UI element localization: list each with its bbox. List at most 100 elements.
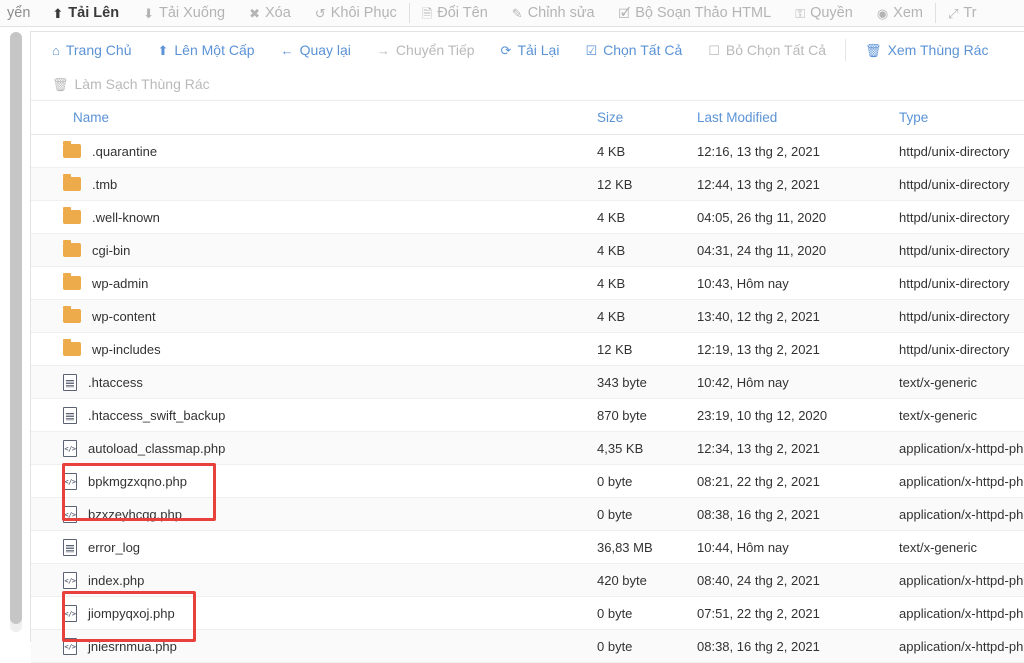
toolbar-item-label: Xóa bbox=[265, 5, 291, 21]
folder-icon bbox=[63, 276, 81, 290]
rename-file-icon: 🗎 bbox=[422, 7, 432, 20]
table-row[interactable]: .htaccess_swift_backup870 byte23:19, 10 … bbox=[31, 399, 1024, 432]
file-name-label: wp-admin bbox=[92, 276, 148, 291]
table-row[interactable]: cgi-bin4 KB04:31, 24 thg 11, 2020httpd/u… bbox=[31, 234, 1024, 267]
table-row[interactable]: .well-known4 KB04:05, 26 thg 11, 2020htt… bbox=[31, 201, 1024, 234]
file-type-cell: text/x-generic bbox=[899, 531, 1024, 564]
file-modified-cell: 08:38, 16 thg 2, 2021 bbox=[697, 630, 899, 663]
file-type-cell: httpd/unix-directory bbox=[899, 168, 1024, 201]
toolbar-item-permissions[interactable]: ⚿ Quyền bbox=[783, 0, 865, 27]
toolbar-item-html-editor[interactable]: 🗹 Bộ Soạn Thảo HTML bbox=[607, 0, 784, 27]
file-name-cell[interactable]: </> jniesrnmua.php bbox=[31, 630, 597, 663]
toolbar-item-expand[interactable]: ⤢ Tr bbox=[936, 0, 989, 27]
toolbar-item-restore[interactable]: ↺ Khôi Phục bbox=[303, 0, 409, 27]
file-name-cell[interactable]: .quarantine bbox=[31, 135, 597, 168]
file-name-wrapper: cgi-bin bbox=[47, 243, 597, 258]
nav-item-reload[interactable]: ⟳ Tải Lại bbox=[488, 42, 573, 58]
trash-icon: 🗑 bbox=[52, 78, 69, 91]
file-modified-cell: 10:42, Hôm nay bbox=[697, 366, 899, 399]
file-name-label: .quarantine bbox=[92, 144, 157, 159]
table-row[interactable]: wp-includes12 KB12:19, 13 thg 2, 2021htt… bbox=[31, 333, 1024, 366]
table-row[interactable]: .tmb12 KB12:44, 13 thg 2, 2021httpd/unix… bbox=[31, 168, 1024, 201]
table-row[interactable]: wp-admin4 KB10:43, Hôm nayhttpd/unix-dir… bbox=[31, 267, 1024, 300]
file-size-cell: 870 byte bbox=[597, 399, 697, 432]
table-row[interactable]: </>index.php420 byte08:40, 24 thg 2, 202… bbox=[31, 564, 1024, 597]
column-header-last-modified[interactable]: Last Modified bbox=[697, 101, 899, 135]
file-name-wrapper: error_log bbox=[47, 539, 597, 556]
file-name-cell[interactable]: </>bpkmgzxqno.php bbox=[31, 465, 597, 498]
column-header-type[interactable]: Type bbox=[899, 101, 1024, 135]
file-type-cell: application/x-httpd-php bbox=[899, 465, 1024, 498]
file-modified-cell: 04:31, 24 thg 11, 2020 bbox=[697, 234, 899, 267]
file-name-label: jniesrnmua.php bbox=[88, 639, 177, 654]
file-type-cell: httpd/unix-directory bbox=[899, 234, 1024, 267]
nav-item-empty-trash[interactable]: 🗑 Làm Sạch Thùng Rác bbox=[39, 76, 223, 92]
file-name-cell[interactable]: .tmb bbox=[31, 168, 597, 201]
code-glyph: </> bbox=[64, 578, 75, 585]
table-row[interactable]: </>jniesrnmua.php0 byte08:38, 16 thg 2, … bbox=[31, 630, 1024, 663]
toolbar-item-download[interactable]: ⬇ Tải Xuống bbox=[131, 0, 237, 27]
table-row[interactable]: </>bpkmgzxqno.php0 byte08:21, 22 thg 2, … bbox=[31, 465, 1024, 498]
column-header-size[interactable]: Size bbox=[597, 101, 697, 135]
file-name-wrapper: .htaccess bbox=[47, 374, 597, 391]
nav-item-up-one-level[interactable]: ⬆ Lên Một Cấp bbox=[144, 42, 267, 58]
nav-item-view-trash[interactable]: 🗑 Xem Thùng Rác bbox=[852, 42, 1001, 58]
nav-item-back[interactable]: ← Quay lại bbox=[268, 42, 364, 58]
file-name-cell[interactable]: error_log bbox=[31, 531, 597, 564]
html-editor-icon: 🗹 bbox=[619, 7, 631, 20]
upload-icon: ⬆ bbox=[52, 7, 63, 20]
toolbar-item-rename[interactable]: 🗎 Đổi Tên bbox=[410, 0, 500, 27]
page-scrollbar-thumb[interactable] bbox=[10, 32, 22, 624]
file-type-cell: httpd/unix-directory bbox=[899, 267, 1024, 300]
table-header-row: Name Size Last Modified Type bbox=[31, 101, 1024, 135]
table-row[interactable]: wp-content4 KB13:40, 12 thg 2, 2021httpd… bbox=[31, 300, 1024, 333]
file-name-cell[interactable]: </>jiompyqxoj.php bbox=[31, 597, 597, 630]
file-name-cell[interactable]: wp-includes bbox=[31, 333, 597, 366]
file-name-cell[interactable]: cgi-bin bbox=[31, 234, 597, 267]
file-type-cell: application/x-httpd-php bbox=[899, 432, 1024, 465]
nav-item-deselect-all[interactable]: ☐ Bỏ Chọn Tất Cả bbox=[695, 42, 839, 58]
table-row[interactable]: </>bzxzeyhcqg.php0 byte08:38, 16 thg 2, … bbox=[31, 498, 1024, 531]
file-name-cell[interactable]: .htaccess bbox=[31, 366, 597, 399]
trash-icon: 🗑 bbox=[865, 44, 882, 57]
text-file-icon bbox=[63, 539, 77, 556]
checkbox-empty-icon: ☐ bbox=[708, 44, 720, 57]
column-header-name[interactable]: Name bbox=[31, 101, 597, 135]
nav-item-home[interactable]: ⌂ Trang Chủ bbox=[39, 42, 144, 58]
file-size-cell: 420 byte bbox=[597, 564, 697, 597]
table-row[interactable]: .htaccess343 byte10:42, Hôm naytext/x-ge… bbox=[31, 366, 1024, 399]
file-name-label: .htaccess_swift_backup bbox=[88, 408, 225, 423]
nav-item-forward[interactable]: → Chuyển Tiếp bbox=[364, 42, 488, 58]
toolbar-item-label: yển bbox=[7, 5, 30, 21]
file-name-cell[interactable]: .well-known bbox=[31, 201, 597, 234]
folder-icon bbox=[63, 210, 81, 224]
toolbar-item-delete[interactable]: ✖ Xóa bbox=[237, 0, 303, 27]
restore-undo-icon: ↺ bbox=[315, 7, 326, 20]
folder-icon bbox=[63, 177, 81, 191]
arrow-left-icon: ← bbox=[281, 44, 294, 57]
table-row[interactable]: .quarantine4 KB12:16, 13 thg 2, 2021http… bbox=[31, 135, 1024, 168]
file-name-cell[interactable]: .htaccess_swift_backup bbox=[31, 399, 597, 432]
home-icon: ⌂ bbox=[52, 44, 60, 57]
file-name-cell[interactable]: </>autoload_classmap.php bbox=[31, 432, 597, 465]
code-glyph: </> bbox=[64, 644, 75, 651]
toolbar-item-edit[interactable]: ✎ Chỉnh sửa bbox=[500, 0, 607, 27]
file-name-cell[interactable]: </>index.php bbox=[31, 564, 597, 597]
table-row[interactable]: error_log36,83 MB10:44, Hôm naytext/x-ge… bbox=[31, 531, 1024, 564]
nav-item-select-all[interactable]: ☑ Chọn Tất Cả bbox=[572, 42, 695, 58]
file-name-cell[interactable]: </>bzxzeyhcqg.php bbox=[31, 498, 597, 531]
file-name-cell[interactable]: wp-content bbox=[31, 300, 597, 333]
toolbar-item-move[interactable]: yển bbox=[0, 0, 40, 27]
table-row[interactable]: </>jiompyqxoj.php0 byte07:51, 22 thg 2, … bbox=[31, 597, 1024, 630]
nav-item-label: Lên Một Cấp bbox=[174, 42, 254, 58]
table-row[interactable]: </>autoload_classmap.php4,35 KB12:34, 13… bbox=[31, 432, 1024, 465]
toolbar-item-view[interactable]: ◉ Xem bbox=[865, 0, 935, 27]
toolbar-item-label: Xem bbox=[893, 5, 923, 21]
file-type-cell: application/x-httpd-php bbox=[899, 630, 1024, 663]
code-glyph: </> bbox=[64, 512, 75, 519]
file-name-cell[interactable]: wp-admin bbox=[31, 267, 597, 300]
page-scrollbar[interactable] bbox=[10, 32, 22, 632]
file-type-cell: application/x-httpd-php bbox=[899, 564, 1024, 597]
toolbar-item-upload[interactable]: ⬆ Tải Lên bbox=[40, 0, 131, 27]
php-file-icon: </> bbox=[63, 605, 77, 622]
